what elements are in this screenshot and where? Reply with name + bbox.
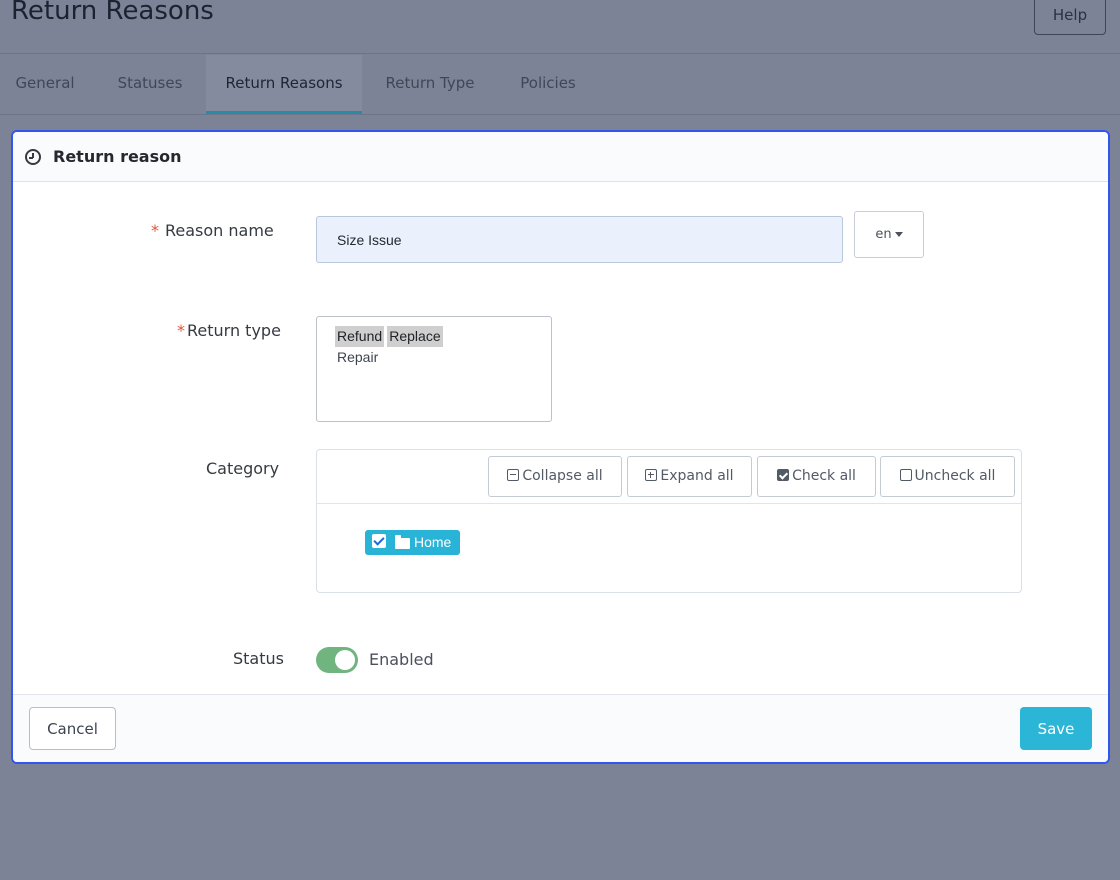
toggle-knob: [335, 650, 355, 670]
checkbox-checked-icon: [777, 469, 790, 481]
status-label: Status: [233, 649, 284, 668]
cancel-button[interactable]: Cancel: [29, 707, 116, 750]
checkbox-checked-icon[interactable]: [372, 534, 386, 548]
language-dropdown[interactable]: en: [854, 211, 924, 258]
tab-policies[interactable]: Policies: [504, 55, 592, 114]
collapse-all-button[interactable]: Collapse all: [488, 456, 622, 497]
card-footer: Cancel Save: [13, 694, 1108, 762]
return-type-label: * Return type: [177, 321, 281, 340]
collapse-icon: [507, 469, 520, 481]
expand-all-button[interactable]: Expand all: [627, 456, 752, 497]
status-text: Enabled: [369, 650, 434, 669]
card-header: Return reason: [13, 132, 1108, 182]
category-tree: Collapse all Expand all Check all Unchec…: [316, 449, 1022, 593]
caret-down-icon: [894, 232, 903, 237]
save-button[interactable]: Save: [1020, 707, 1092, 750]
category-label: Category: [206, 459, 280, 478]
status-toggle[interactable]: [316, 647, 358, 673]
tab-general[interactable]: General: [0, 55, 90, 114]
expand-icon: [645, 469, 658, 481]
uncheck-all-button[interactable]: Uncheck all: [880, 456, 1015, 497]
tab-bar: General Statuses Return Reasons Return T…: [0, 55, 1120, 115]
tab-statuses[interactable]: Statuses: [104, 55, 196, 114]
tab-return-type[interactable]: Return Type: [372, 55, 488, 114]
required-mark: *: [177, 321, 185, 340]
help-button[interactable]: Help: [1034, 0, 1106, 35]
clock-icon: [25, 149, 41, 165]
checkbox-empty-icon: [899, 469, 912, 481]
option-replace[interactable]: Replace: [387, 326, 443, 347]
return-type-select[interactable]: Refund Replace Repair: [316, 316, 552, 422]
page-title: Return Reasons: [11, 0, 214, 26]
tree-node-label: Home: [414, 534, 452, 550]
option-refund[interactable]: Refund: [335, 326, 385, 347]
tree-toolbar: Collapse all Expand all Check all Unchec…: [317, 450, 1021, 504]
card-title: Return reason: [53, 147, 182, 166]
return-reason-card: Return reason *Reason name en *Return ty…: [11, 130, 1110, 764]
option-repair[interactable]: Repair: [337, 347, 551, 368]
check-all-button[interactable]: Check all: [757, 456, 876, 497]
tab-return-reasons[interactable]: Return Reasons: [206, 55, 362, 114]
folder-icon: [395, 535, 410, 549]
reason-name-label: * Reason name: [151, 221, 274, 240]
tree-node-home[interactable]: Home: [365, 530, 460, 555]
reason-name-input[interactable]: [316, 216, 843, 263]
required-mark: *: [151, 221, 159, 240]
page-header: Return Reasons Help: [0, 0, 1120, 54]
